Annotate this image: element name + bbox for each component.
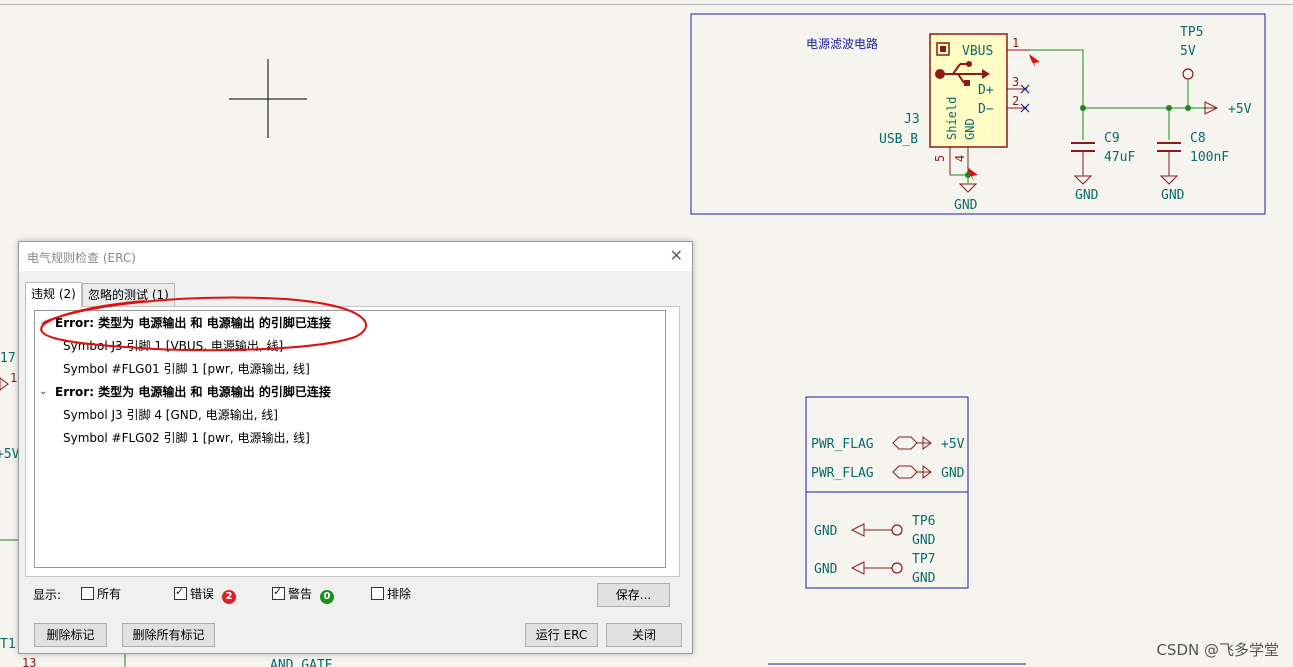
chevron-down-icon[interactable]: ⌄ [39,382,49,402]
tp6-testpoint-icon[interactable] [891,524,903,536]
filter-errors-label: 错误 [190,587,215,601]
save-button[interactable]: 保存... [597,583,670,607]
violations-tree[interactable]: ⌄ Error: 类型为 电源输出 和 电源输出 的引脚已连接 Symbol J… [34,296,666,568]
pin-num-3: 3 [1012,75,1019,89]
pin-dminus-label: D− [978,102,994,117]
c8-ref: C8 [1190,131,1206,146]
pin-dplus-label: D+ [978,83,994,98]
j3-ref: J3 [904,112,920,127]
pin-shield-label: Shield [945,97,959,140]
filter-exclusions-label: 排除 [387,587,412,601]
close-button[interactable]: 关闭 [606,623,682,647]
tp7-gnd-label: GND [814,562,838,577]
filter-warnings-label: 警告 [288,587,313,601]
watermark: CSDN @飞多学堂 [1156,641,1279,659]
annotation-circle [40,296,367,352]
left-fragment-17: 17 [0,351,16,366]
filter-all-label: 所有 [97,587,122,601]
delete-marker-button[interactable]: 删除标记 [34,623,107,647]
show-label: 显示: [33,588,62,602]
left-fragment-13: 13 [22,656,36,667]
gnd-symbol-icon [1073,175,1093,185]
tab-violations[interactable]: 违规 (2) [25,282,82,307]
dialog-titlebar[interactable]: 电气规则检查 (ERC) ✕ [19,242,692,271]
left-fragment-t1: T1 [0,637,16,652]
checkbox-box[interactable] [272,584,285,600]
tp6-ref: TP6 [912,514,935,529]
violation-title: Error: 类型为 电源输出 和 电源输出 的引脚已连接 [55,385,331,399]
pwr-flag-2-icon[interactable] [892,465,918,479]
j3-usb-connector[interactable]: VBUS D+ D− Shield GND 1 3 2 5 4 [929,33,1030,175]
filter-exclusions-checkbox[interactable]: 排除 [371,586,411,602]
c8-gnd: GND [1161,188,1185,203]
gnd-symbol-icon [958,183,978,193]
tp6-gnd-label: GND [814,524,838,539]
checkbox-box[interactable] [174,584,187,600]
pin-num-4: 4 [953,155,967,162]
pin-num-2: 2 [1012,94,1019,108]
pwr-flag-2-label: PWR_FLAG [811,466,874,481]
filter-errors-checkbox[interactable]: 错误 2 [174,584,237,604]
c9-value: 47uF [1104,150,1135,165]
pin-gnd-label: GND [963,118,977,140]
pin-vbus-label: VBUS [962,44,993,59]
tp6-value: GND [912,533,936,548]
left-fragment-1: 1 [10,371,17,385]
tp7-value: GND [912,571,936,586]
pwr-flag-1-net: +5V [941,437,965,452]
violation-item: Symbol J3 引脚 4 [GND, 电源输出, 线] [63,408,278,422]
filter-warnings-checkbox[interactable]: 警告 0 [272,584,335,604]
left-fragment-5v: +5V [0,447,20,462]
net-5v-label: +5V [1228,102,1252,117]
tp5-ref: TP5 [1180,25,1203,40]
pin-num-5: 5 [933,155,947,162]
delete-all-markers-button[interactable]: 删除所有标记 [122,623,215,647]
pwr-flag-2-net: GND [941,466,965,481]
j3-value: USB_B [879,132,918,147]
error-count-badge: 2 [222,590,237,604]
crosshair-cursor [229,59,307,138]
tp5-value: 5V [1180,44,1196,59]
checkbox-box[interactable] [371,587,384,600]
warning-count-badge: 0 [320,590,335,604]
bottom-fragment-and-gate: AND GATE [270,658,333,667]
j3-gnd: GND [954,198,978,213]
violations-panel: ⌄ Error: 类型为 电源输出 和 电源输出 的引脚已连接 Symbol J… [25,296,680,577]
pwr-flag-1-label: PWR_FLAG [811,437,874,452]
c9-capacitor-icon[interactable] [1071,142,1095,152]
c9-ref: C9 [1104,131,1120,146]
c8-capacitor-icon[interactable] [1157,142,1181,152]
violation-item: Symbol #FLG01 引脚 1 [pwr, 电源输出, 线] [63,362,310,376]
erc-dialog: 电气规则检查 (ERC) ✕ 违规 (2) 忽略的测试 (1) ⌄ Error:… [18,241,693,654]
tp7-ref: TP7 [912,552,935,567]
run-erc-button[interactable]: 运行 ERC [525,623,598,647]
pin-num-1: 1 [1012,36,1019,50]
violation-item: Symbol #FLG02 引脚 1 [pwr, 电源输出, 线] [63,431,310,445]
close-icon[interactable]: ✕ [670,246,683,265]
tp5-testpoint-icon[interactable] [1182,68,1194,80]
c9-gnd: GND [1075,188,1099,203]
checkbox-box[interactable] [81,587,94,600]
block-title: 电源滤波电路 [806,36,878,51]
dialog-title: 电气规则检查 (ERC) [27,251,136,265]
c8-value: 100nF [1190,150,1229,165]
pwr-flag-1-icon[interactable] [892,436,918,450]
filter-all-checkbox[interactable]: 所有 [81,586,121,602]
gnd-symbol-icon [1159,175,1179,185]
tp7-testpoint-icon[interactable] [891,562,903,574]
